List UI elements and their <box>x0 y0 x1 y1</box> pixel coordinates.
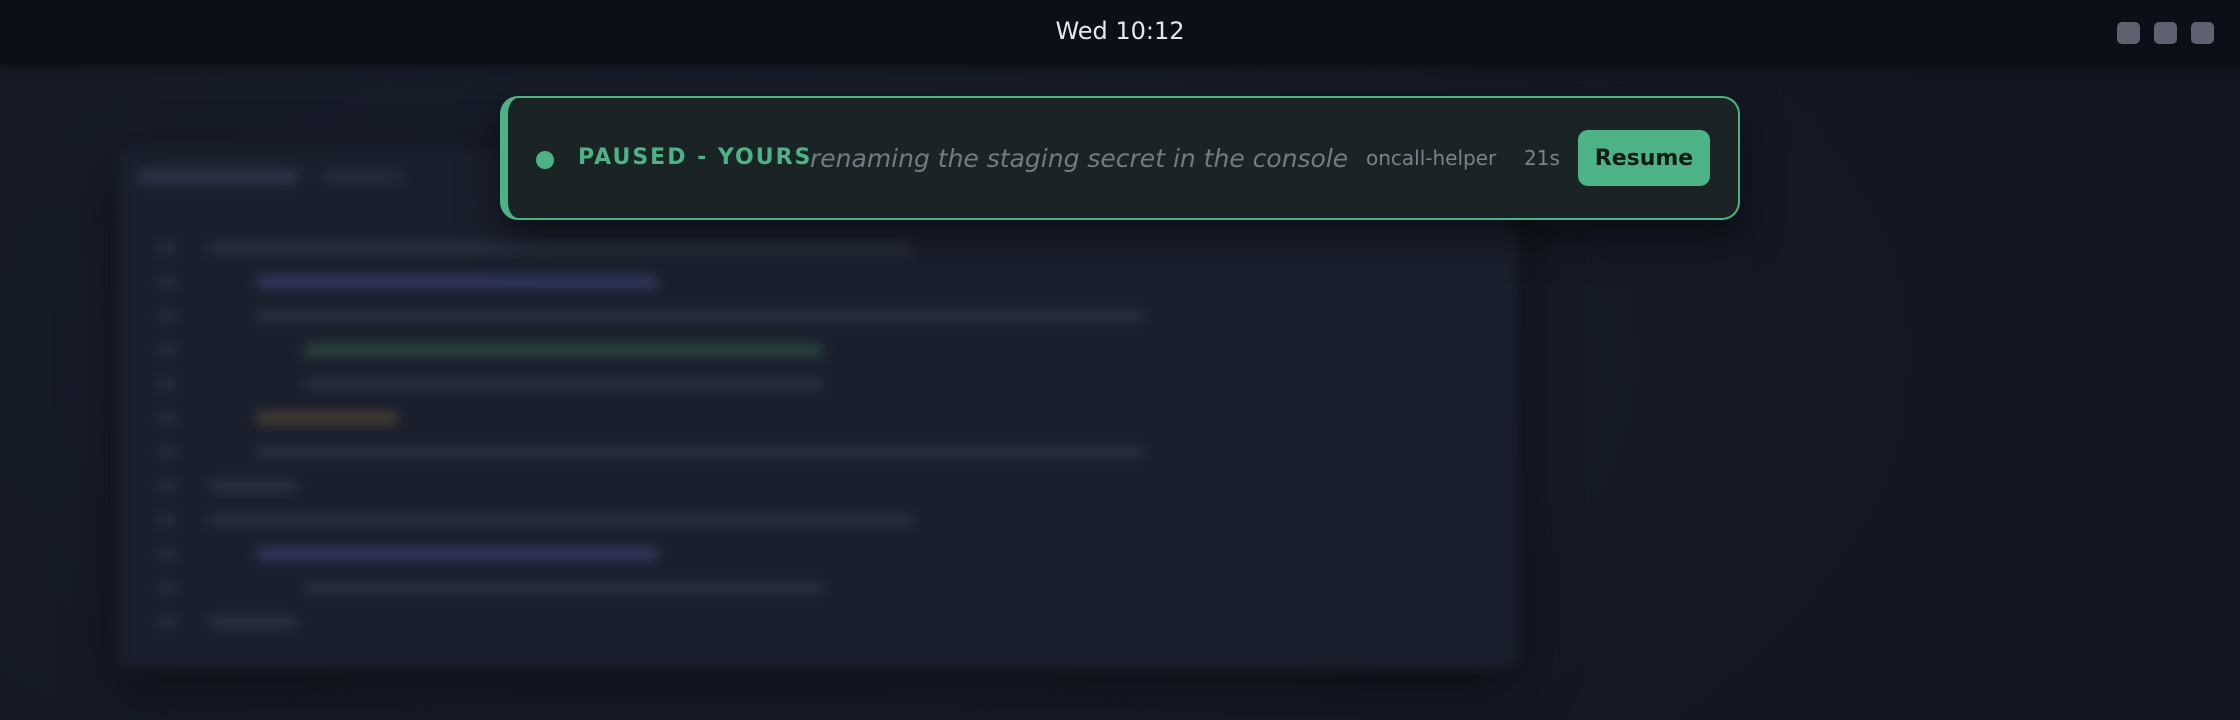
code-line <box>304 582 823 594</box>
code-line <box>256 276 658 288</box>
line-number <box>158 345 176 355</box>
code-line <box>256 412 398 424</box>
tray-icon[interactable] <box>2117 22 2140 44</box>
tray-icon[interactable] <box>2154 22 2177 44</box>
code-line <box>304 344 823 356</box>
notification-message: renaming the staging secret in the conso… <box>810 144 1349 173</box>
desktop: Wed 10:12 PAUSED - YOURS renaming the st… <box>0 0 2240 720</box>
line-number <box>158 583 176 593</box>
status-label: PAUSED - YOURS <box>578 145 813 170</box>
code-line <box>256 548 658 560</box>
code-line <box>256 446 1143 458</box>
code-line <box>208 616 298 628</box>
background-editor-window <box>118 148 1518 668</box>
code-line <box>208 480 298 492</box>
line-number <box>158 243 176 253</box>
line-number <box>158 617 176 627</box>
resume-button[interactable]: Resume <box>1578 130 1710 186</box>
line-number <box>158 447 176 457</box>
code-line <box>304 378 823 390</box>
elapsed-time: 21s <box>1524 146 1560 170</box>
line-number <box>158 515 176 525</box>
line-number <box>158 311 176 321</box>
top-bar: Wed 10:12 <box>0 0 2240 64</box>
notification-source: oncall-helper <box>1366 146 1497 170</box>
code-line <box>208 242 913 254</box>
code-line <box>208 514 913 526</box>
editor-tab <box>322 170 402 184</box>
code-line <box>256 310 1143 322</box>
line-number <box>158 277 176 287</box>
paused-notification: PAUSED - YOURS renaming the staging secr… <box>500 96 1740 220</box>
line-number <box>158 413 176 423</box>
status-dot-icon <box>536 151 554 169</box>
line-number <box>158 549 176 559</box>
clock[interactable]: Wed 10:12 <box>0 0 2240 62</box>
line-number <box>158 481 176 491</box>
editor-tab-bar <box>138 170 402 184</box>
line-number <box>158 379 176 389</box>
tray-icon[interactable] <box>2191 22 2214 44</box>
system-tray <box>2117 22 2214 44</box>
editor-tab <box>138 170 298 184</box>
